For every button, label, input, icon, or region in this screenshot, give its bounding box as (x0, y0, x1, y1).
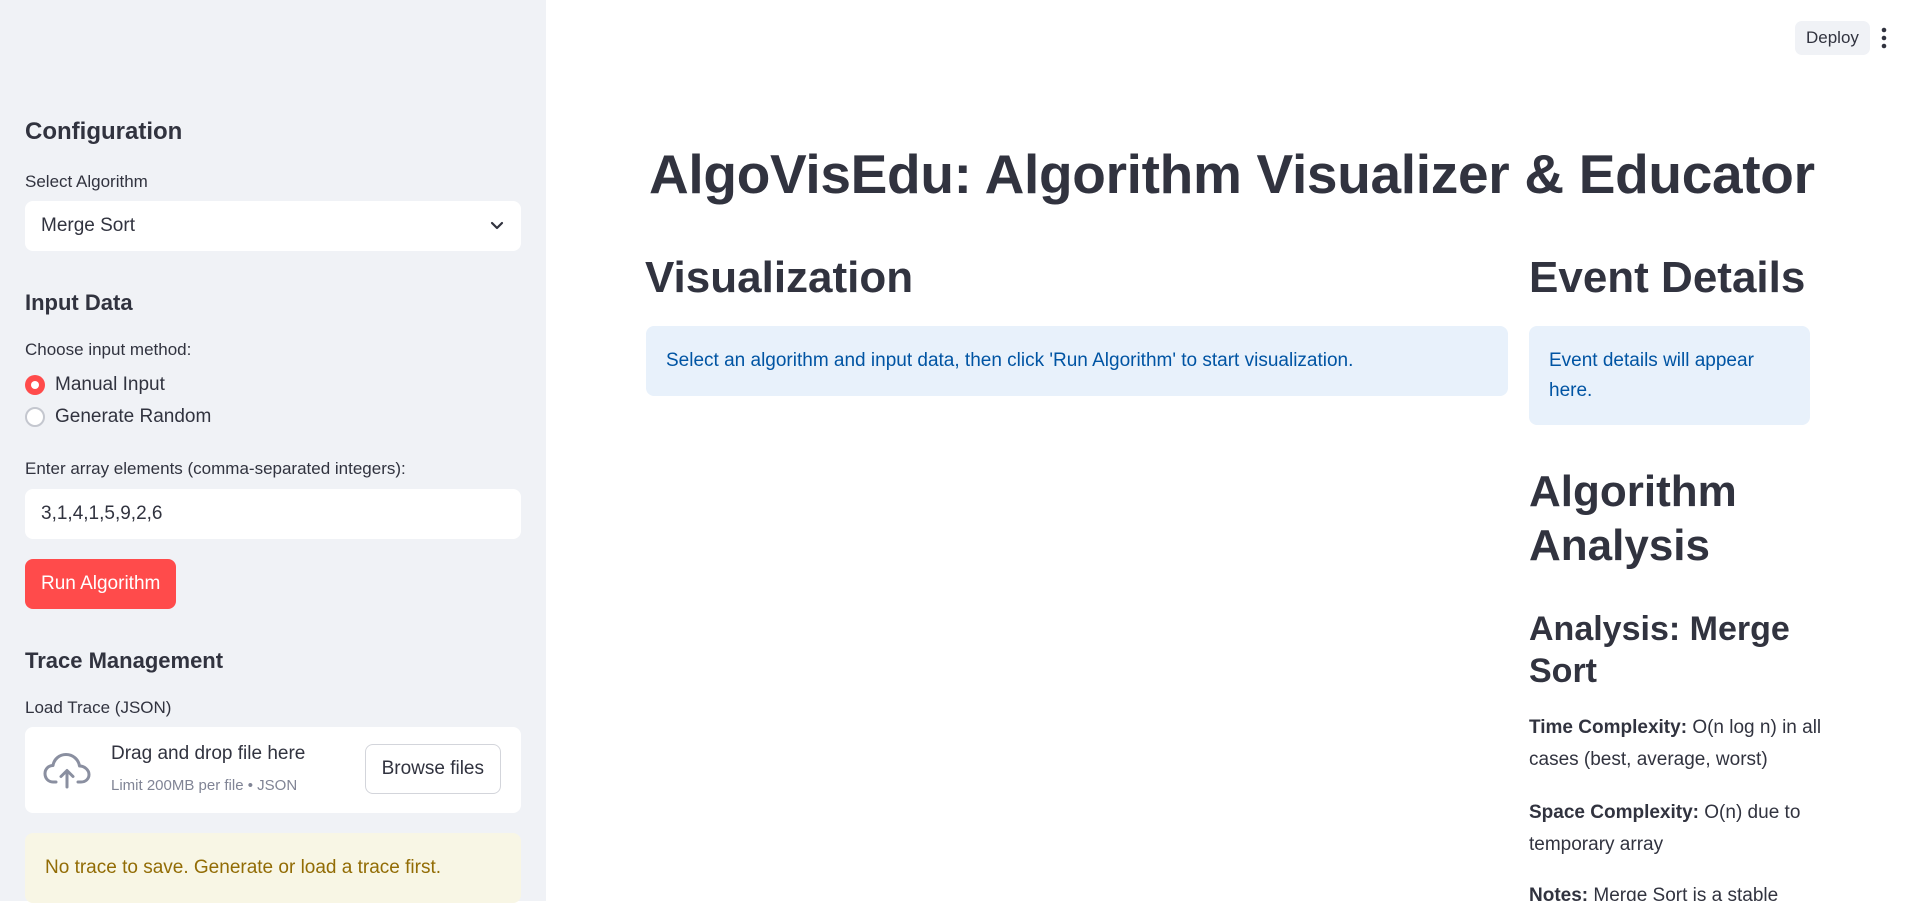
dropzone-limit-text: Limit 200MB per file • JSON (111, 777, 298, 794)
array-input[interactable]: 3,1,4,1,5,9,2,6 (25, 489, 521, 539)
visualization-heading: Visualization (645, 253, 914, 302)
run-algorithm-button[interactable]: Run Algorithm (25, 559, 177, 609)
dropzone-title: Drag and drop file here (111, 743, 306, 764)
radio-label: Manual Input (55, 374, 165, 395)
kebab-menu-icon[interactable] (1880, 27, 1888, 49)
event-info-alert: Event details will appear here. (1529, 326, 1810, 425)
algorithm-analysis-heading: Algorithm Analysis (1529, 467, 1737, 570)
algorithm-select-value: Merge Sort (41, 215, 135, 236)
configuration-heading: Configuration (25, 118, 183, 145)
load-trace-label: Load Trace (JSON) (25, 698, 172, 717)
deploy-button[interactable]: Deploy (1795, 21, 1870, 55)
notes-label: Notes: (1529, 885, 1589, 901)
space-complexity-paragraph: Space Complexity: O(n) due to temporary … (1529, 797, 1829, 861)
radio-label: Generate Random (55, 406, 212, 427)
array-input-label: Enter array elements (comma-separated in… (25, 459, 406, 478)
browse-files-button[interactable]: Browse files (364, 744, 501, 794)
input-method-label: Choose input method: (25, 340, 192, 359)
radio-selected-icon (25, 375, 45, 395)
time-complexity-label: Time Complexity: (1529, 717, 1688, 738)
array-input-value: 3,1,4,1,5,9,2,6 (41, 503, 163, 524)
visualization-info-text: Select an algorithm and input data, then… (666, 350, 1354, 371)
input-data-heading: Input Data (25, 290, 133, 315)
algorithm-select[interactable]: Merge Sort (25, 201, 521, 251)
file-uploader-dropzone[interactable]: Drag and drop file here Limit 200MB per … (25, 727, 521, 813)
radio-generate-random[interactable]: Generate Random (25, 406, 211, 428)
notes-text: Merge Sort is a stable (1593, 885, 1779, 901)
sidebar: Configuration Select Algorithm Merge Sor… (0, 0, 546, 903)
cloud-upload-icon (43, 753, 91, 789)
page-title: AlgoVisEdu: Algorithm Visualizer & Educa… (649, 143, 1815, 205)
space-complexity-label: Space Complexity: (1529, 802, 1699, 823)
chevron-down-icon (490, 221, 504, 230)
event-details-heading: Event Details (1529, 253, 1806, 302)
time-complexity-paragraph: Time Complexity: O(n log n) in all cases… (1529, 712, 1829, 776)
analysis-subheading: Analysis: Merge Sort (1529, 610, 1790, 690)
select-algorithm-label: Select Algorithm (25, 172, 148, 191)
warning-alert: No trace to save. Generate or load a tra… (25, 833, 521, 903)
trace-management-heading: Trace Management (25, 648, 224, 673)
radio-unselected-icon (25, 407, 45, 427)
notes-paragraph: Notes: Merge Sort is a stable (1529, 880, 1829, 901)
warning-text: No trace to save. Generate or load a tra… (45, 857, 442, 878)
visualization-info-alert: Select an algorithm and input data, then… (646, 326, 1508, 396)
event-info-text: Event details will appear here. (1549, 350, 1754, 401)
radio-manual-input[interactable]: Manual Input (25, 374, 165, 396)
